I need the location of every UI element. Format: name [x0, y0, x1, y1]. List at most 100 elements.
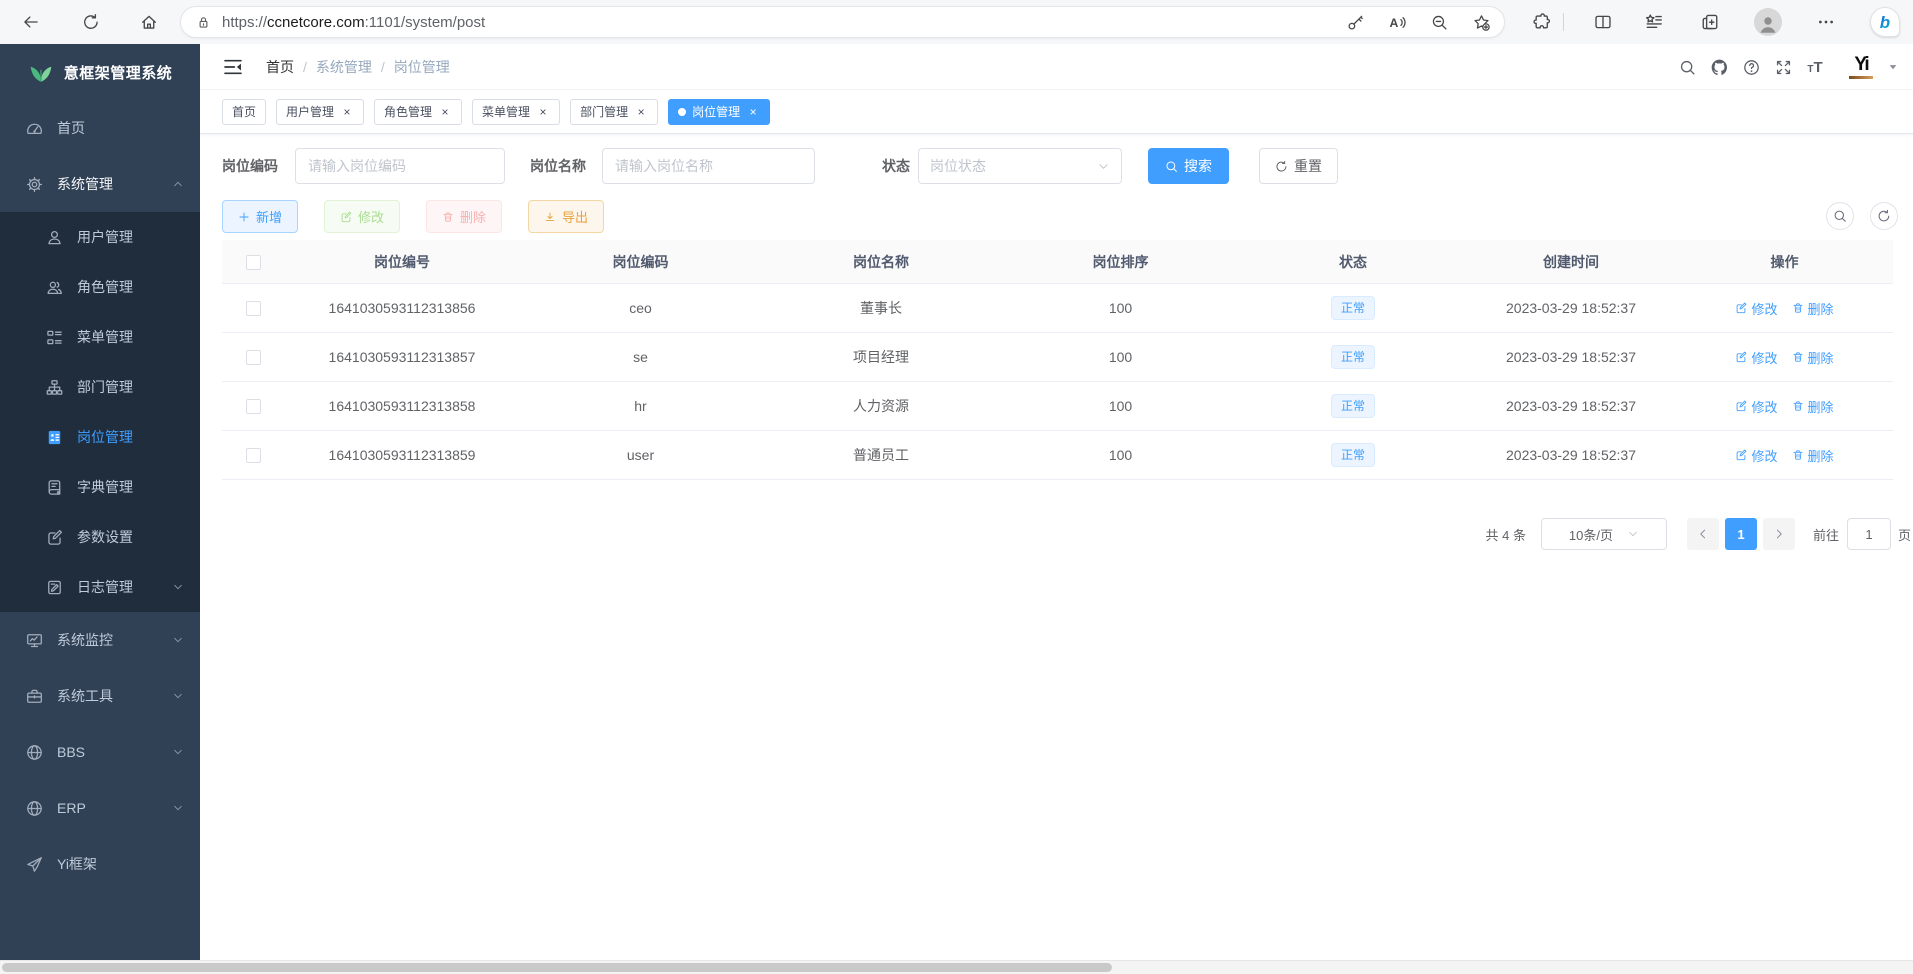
row-edit-link[interactable]: 修改 [1735, 397, 1777, 416]
breadcrumb-separator: / [303, 59, 307, 75]
extensions-button[interactable] [1525, 5, 1559, 39]
row-edit-label: 修改 [1751, 446, 1777, 465]
tab-dept-mgmt[interactable]: 部门管理× [570, 99, 658, 125]
row-delete-link[interactable]: 删除 [1792, 299, 1834, 318]
status-select[interactable]: 岗位状态 [918, 148, 1122, 184]
trash-icon [1792, 351, 1804, 363]
tab-menu-mgmt[interactable]: 菜单管理× [472, 99, 560, 125]
row-checkbox[interactable] [246, 301, 261, 316]
split-screen-button[interactable] [1586, 5, 1620, 39]
tab-close-icon[interactable]: × [340, 105, 354, 119]
sidebar-item-bbs[interactable]: BBS [0, 724, 200, 780]
sidebar-item-menu-mgmt[interactable]: 菜单管理 [0, 312, 200, 362]
split-screen-icon [1594, 13, 1612, 31]
sidebar-item-user-mgmt[interactable]: 用户管理 [0, 212, 200, 262]
row-checkbox[interactable] [246, 399, 261, 414]
post-code-input[interactable] [295, 148, 505, 184]
prev-page-button[interactable] [1687, 518, 1719, 550]
ellipsis-icon [1817, 13, 1835, 31]
row-delete-link[interactable]: 删除 [1792, 446, 1834, 465]
edit-button[interactable]: 修改 [324, 200, 400, 233]
browser-profile-button[interactable] [1751, 5, 1785, 39]
sidebar-item-dict-mgmt[interactable]: 字典管理 [0, 462, 200, 512]
page-size-select[interactable]: 10条/页 [1541, 518, 1667, 550]
password-key-button[interactable] [1340, 7, 1370, 37]
tab-close-icon[interactable]: × [438, 105, 452, 119]
sidebar-item-yi-framework[interactable]: Yi框架 [0, 836, 200, 892]
sidebar-item-log-mgmt[interactable]: 日志管理 [0, 562, 200, 612]
tab-close-icon[interactable]: × [634, 105, 648, 119]
browser-toolbar: https://ccnetcore.com:1101/system/post A… [0, 0, 1913, 44]
font-size-button[interactable]: TT [1799, 51, 1831, 83]
delete-button[interactable]: 删除 [426, 200, 502, 233]
table-cell: 修改删除 [1676, 299, 1893, 318]
table-search-toggle-button[interactable] [1826, 202, 1854, 230]
scrollbar-thumb[interactable] [2, 963, 1112, 972]
row-checkbox[interactable] [246, 350, 261, 365]
dashboard-icon [26, 120, 43, 137]
row-edit-link[interactable]: 修改 [1735, 299, 1777, 318]
row-delete-link[interactable]: 删除 [1792, 397, 1834, 416]
table-cell: 人力资源 [761, 396, 1001, 416]
browser-home-button[interactable] [132, 5, 166, 39]
sidebar-collapse-button[interactable] [222, 56, 244, 78]
sidebar-item-sys-monitor[interactable]: 系统监控 [0, 612, 200, 668]
browser-back-button[interactable] [14, 5, 48, 39]
sidebar-item-role-mgmt[interactable]: 角色管理 [0, 262, 200, 312]
search-button[interactable]: 搜索 [1148, 148, 1229, 184]
app-logo[interactable]: 意框架管理系统 [0, 44, 200, 100]
select-all-checkbox[interactable] [246, 255, 261, 270]
avatar-caret-icon[interactable] [1887, 61, 1899, 73]
row-delete-link[interactable]: 删除 [1792, 348, 1834, 367]
sidebar-item-home[interactable]: 首页 [0, 100, 200, 156]
toolbox-icon [26, 688, 43, 705]
copilot-button[interactable]: b [1868, 5, 1902, 39]
sidebar-item-label: 部门管理 [77, 377, 133, 397]
user-avatar[interactable]: Yi [1843, 49, 1879, 85]
goto-page-input[interactable] [1847, 518, 1891, 550]
favorites-button[interactable] [1637, 5, 1671, 39]
tab-role-mgmt[interactable]: 角色管理 × [374, 99, 462, 125]
table-refresh-button[interactable] [1870, 202, 1898, 230]
next-page-button[interactable] [1763, 518, 1795, 550]
zoom-out-button[interactable] [1424, 7, 1454, 37]
sidebar-item-erp[interactable]: ERP [0, 780, 200, 836]
tab-post-mgmt[interactable]: 岗位管理× [668, 99, 770, 125]
tab-user-mgmt[interactable]: 用户管理× [276, 99, 364, 125]
tab-home[interactable]: 首页 [222, 99, 266, 125]
export-button[interactable]: 导出 [528, 200, 604, 233]
sidebar-item-system-mgmt[interactable]: 系统管理 [0, 156, 200, 212]
read-aloud-button[interactable]: A [1382, 7, 1412, 37]
browser-menu-button[interactable] [1809, 5, 1843, 39]
row-edit-link[interactable]: 修改 [1735, 348, 1777, 367]
row-edit-link[interactable]: 修改 [1735, 446, 1777, 465]
post-name-input[interactable] [602, 148, 815, 184]
fullscreen-button[interactable] [1767, 51, 1799, 83]
collections-button[interactable] [1693, 5, 1727, 39]
page-number-button[interactable]: 1 [1725, 518, 1757, 550]
github-link-button[interactable] [1703, 51, 1735, 83]
add-favorite-button[interactable] [1466, 7, 1496, 37]
header-search-button[interactable] [1671, 51, 1703, 83]
sidebar-item-label: 系统管理 [57, 174, 113, 194]
post-badge-icon [46, 429, 63, 446]
add-button[interactable]: 新增 [222, 200, 298, 233]
sidebar-item-dept-mgmt[interactable]: 部门管理 [0, 362, 200, 412]
browser-refresh-button[interactable] [74, 5, 108, 39]
tab-close-icon[interactable]: × [536, 105, 550, 119]
help-button[interactable] [1735, 51, 1767, 83]
column-header: 岗位排序 [1001, 252, 1240, 272]
reset-button[interactable]: 重置 [1259, 148, 1338, 184]
breadcrumb-item[interactable]: 首页 [266, 57, 294, 77]
sidebar-item-param-settings[interactable]: 参数设置 [0, 512, 200, 562]
sidebar-item-post-mgmt[interactable]: 岗位管理 [0, 412, 200, 462]
address-bar[interactable]: https://ccnetcore.com:1101/system/post A [180, 6, 1505, 38]
row-checkbox[interactable] [246, 448, 261, 463]
tab-close-icon[interactable]: × [746, 105, 760, 119]
horizontal-scrollbar[interactable] [0, 960, 1913, 974]
tags-view-bar: 首页用户管理×角色管理×菜单管理×部门管理×岗位管理× [200, 90, 1913, 134]
table-cell: 1641030593112313857 [284, 349, 520, 365]
sidebar-item-sys-tools[interactable]: 系统工具 [0, 668, 200, 724]
tab-label: 角色管理 [384, 103, 432, 120]
row-edit-label: 修改 [1751, 348, 1777, 367]
